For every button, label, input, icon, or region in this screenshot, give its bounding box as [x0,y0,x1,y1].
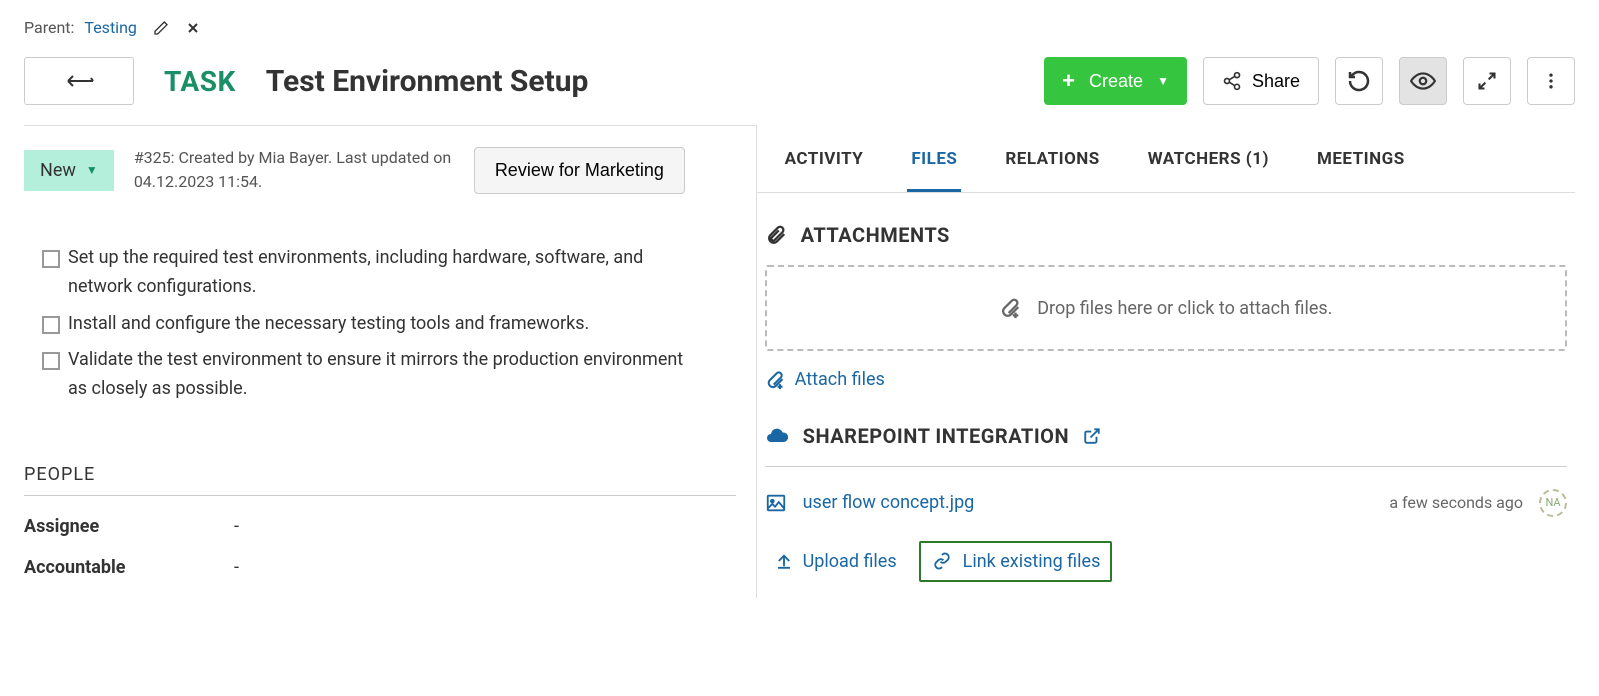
upload-files-label: Upload files [803,551,897,572]
header: TASK Test Environment Setup + Create ▼ S… [24,57,1575,105]
chevron-down-icon: ▼ [1157,74,1169,88]
tabs: ACTIVITY FILES RELATIONS WATCHERS (1) ME… [757,125,1575,193]
pencil-icon [153,20,169,36]
tab-meetings[interactable]: MEETINGS [1313,125,1409,192]
back-button[interactable] [24,57,134,105]
more-actions-button[interactable] [1527,57,1575,105]
drop-zone-text: Drop files here or click to attach files… [1037,298,1332,319]
watch-button[interactable] [1399,57,1447,105]
list-item: Install and configure the necessary test… [42,310,736,339]
share-label: Share [1252,71,1300,92]
eye-icon [1410,68,1436,94]
external-link-icon[interactable] [1083,427,1101,445]
tab-files[interactable]: FILES [907,125,961,192]
link-icon [931,552,953,570]
checklist-text: Set up the required test environments, i… [68,244,688,302]
sharepoint-section: SHAREPOINT INTEGRATION user flow concept… [757,394,1575,582]
tab-activity[interactable]: ACTIVITY [781,125,868,192]
page-title[interactable]: Test Environment Setup [266,64,589,99]
plus-icon: + [1062,68,1075,94]
edit-parent-button[interactable] [153,20,169,36]
section-heading: ATTACHMENTS [801,223,950,247]
share-button[interactable]: Share [1203,57,1319,105]
breadcrumb: Parent: Testing [24,18,1575,37]
paperclip-icon [765,224,787,246]
work-package-type: TASK [164,65,236,98]
people-value: - [234,557,239,578]
parent-link[interactable]: Testing [84,18,136,37]
review-button[interactable]: Review for Marketing [474,147,685,194]
section-heading: PEOPLE [24,464,736,496]
section-heading: SHAREPOINT INTEGRATION [803,424,1069,448]
checklist-text: Validate the test environment to ensure … [68,346,688,404]
kebab-icon [1541,71,1561,91]
remove-parent-button[interactable] [185,20,201,36]
right-pane: ACTIVITY FILES RELATIONS WATCHERS (1) ME… [756,125,1575,598]
attach-files-label: Attach files [795,369,885,390]
paperclip-add-icon [999,297,1021,319]
link-existing-files-link[interactable]: Link existing files [919,541,1113,582]
file-timestamp: a few seconds ago [1389,493,1523,512]
people-key: Accountable [24,557,234,578]
link-existing-files-label: Link existing files [963,551,1101,572]
tab-watchers[interactable]: WATCHERS (1) [1144,125,1273,192]
tab-relations[interactable]: RELATIONS [1001,125,1103,192]
people-key: Assignee [24,516,234,537]
parent-label: Parent: [24,18,74,37]
meta-info: #325: Created by Mia Bayer. Last updated… [134,146,454,194]
chevron-down-icon: ▼ [86,163,98,177]
attachments-section: ATTACHMENTS Drop files here or click to … [757,193,1575,394]
back-arrow-icon [62,72,96,90]
left-pane: New ▼ #325: Created by Mia Bayer. Last u… [24,125,756,598]
list-item: Validate the test environment to ensure … [42,346,736,404]
image-file-icon [765,492,787,514]
checkbox[interactable] [42,250,60,268]
create-label: Create [1089,71,1143,92]
file-row: user flow concept.jpg a few seconds ago … [765,485,1567,521]
checklist-text: Install and configure the necessary test… [68,310,589,339]
file-name-link[interactable]: user flow concept.jpg [803,492,1374,513]
close-icon [185,20,201,36]
checkbox[interactable] [42,352,60,370]
create-button[interactable]: + Create ▼ [1044,57,1187,105]
accountable-row[interactable]: Accountable - [24,557,736,578]
list-item: Set up the required test environments, i… [42,244,736,302]
upload-files-link[interactable]: Upload files [765,543,907,580]
description-checklist: Set up the required test environments, i… [24,224,736,404]
people-section: PEOPLE Assignee - Accountable - [24,464,736,578]
avatar: NA [1539,489,1567,517]
share-icon [1222,71,1242,91]
zen-mode-button[interactable] [1463,57,1511,105]
expand-icon [1477,71,1497,91]
attach-files-link[interactable]: Attach files [765,369,885,390]
cloud-icon [765,424,789,448]
history-icon [1347,69,1371,93]
upload-icon [775,552,793,570]
activity-log-button[interactable] [1335,57,1383,105]
paperclip-add-icon [765,370,785,390]
status-dropdown[interactable]: New ▼ [24,150,114,191]
status-label: New [40,160,76,181]
checkbox[interactable] [42,316,60,334]
drop-zone[interactable]: Drop files here or click to attach files… [765,265,1567,351]
people-value: - [234,516,239,537]
assignee-row[interactable]: Assignee - [24,516,736,537]
